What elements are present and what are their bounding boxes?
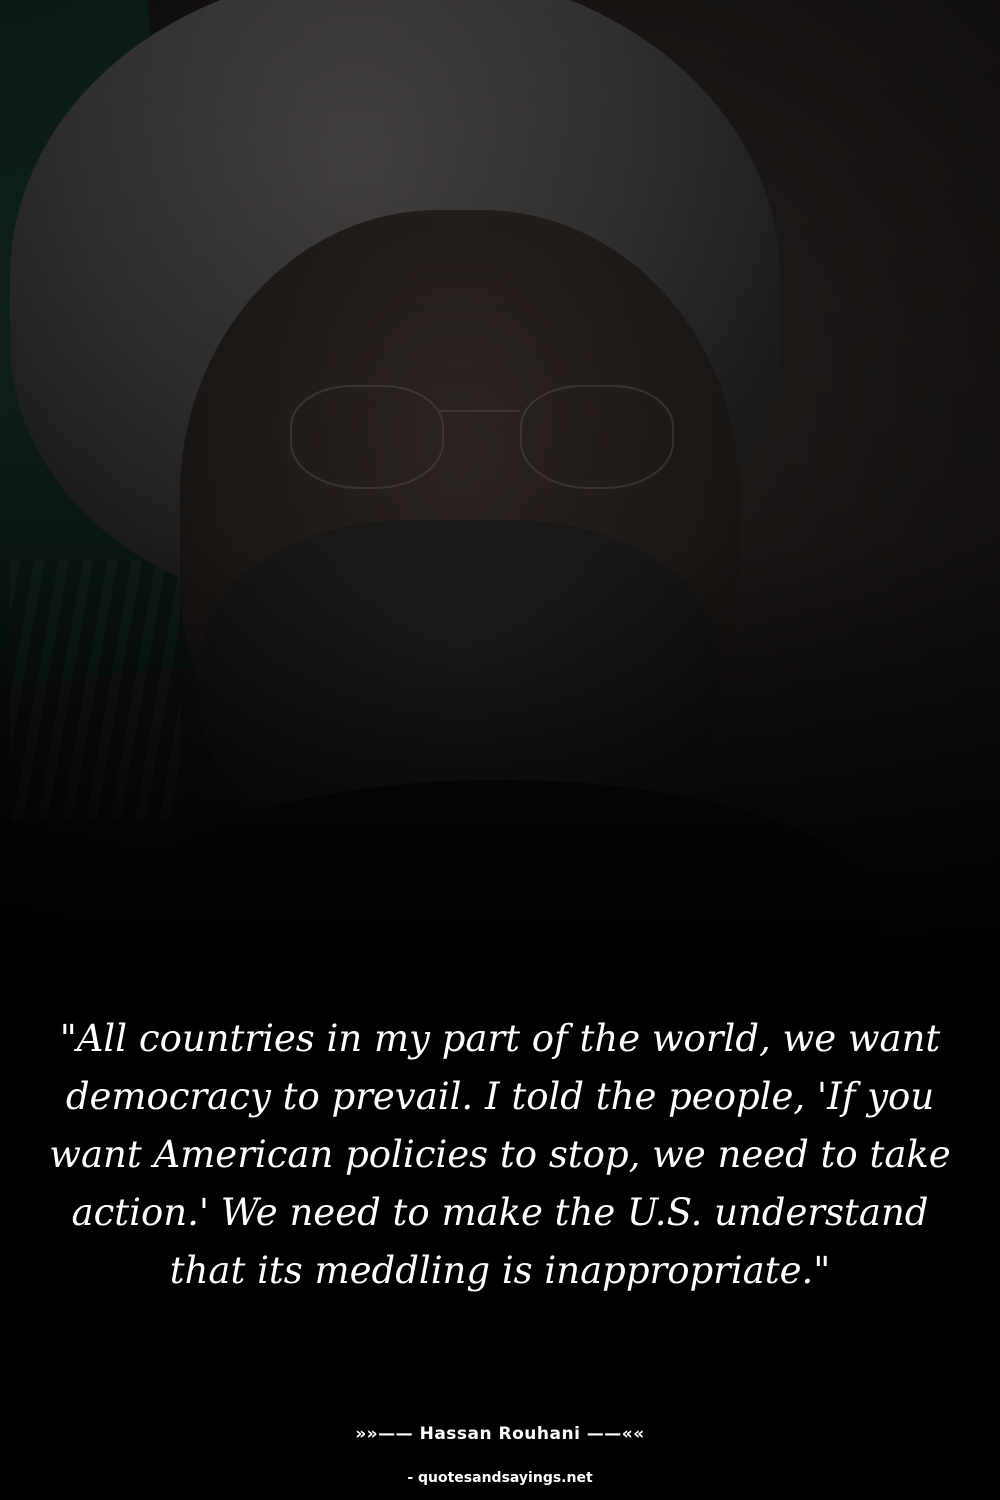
portrait-photo bbox=[0, 0, 1000, 980]
source-watermark: - quotesandsayings.net bbox=[407, 1470, 593, 1486]
photo-dark-overlay bbox=[0, 0, 1000, 980]
quote-text: "All countries in my part of the world, … bbox=[49, 1017, 951, 1292]
quote-poster: "All countries in my part of the world, … bbox=[0, 0, 1000, 1500]
author-attribution: »»—— Hassan Rouhani ——«« bbox=[355, 1424, 645, 1444]
